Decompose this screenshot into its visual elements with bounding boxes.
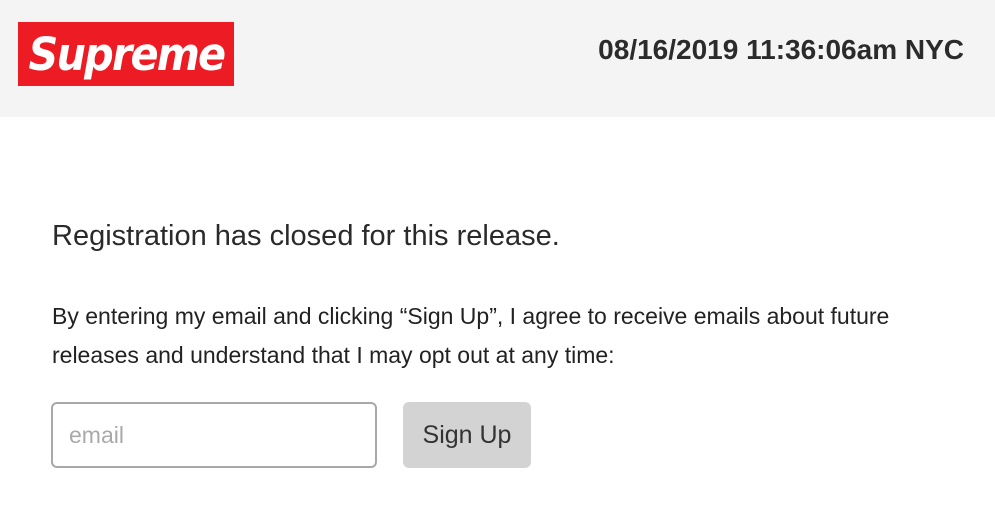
sign-up-button[interactable]: Sign Up bbox=[403, 402, 531, 468]
email-input[interactable] bbox=[51, 402, 377, 468]
registration-closed-heading: Registration has closed for this release… bbox=[52, 220, 560, 252]
logo-text: Supreme bbox=[28, 27, 226, 81]
header-bar: Supreme 08/16/2019 11:36:06am NYC bbox=[0, 0, 995, 117]
supreme-logo[interactable]: Supreme bbox=[18, 22, 234, 86]
release-datetime: 08/16/2019 11:36:06am NYC bbox=[598, 34, 964, 65]
email-consent-text: By entering my email and clicking “Sign … bbox=[52, 303, 890, 368]
